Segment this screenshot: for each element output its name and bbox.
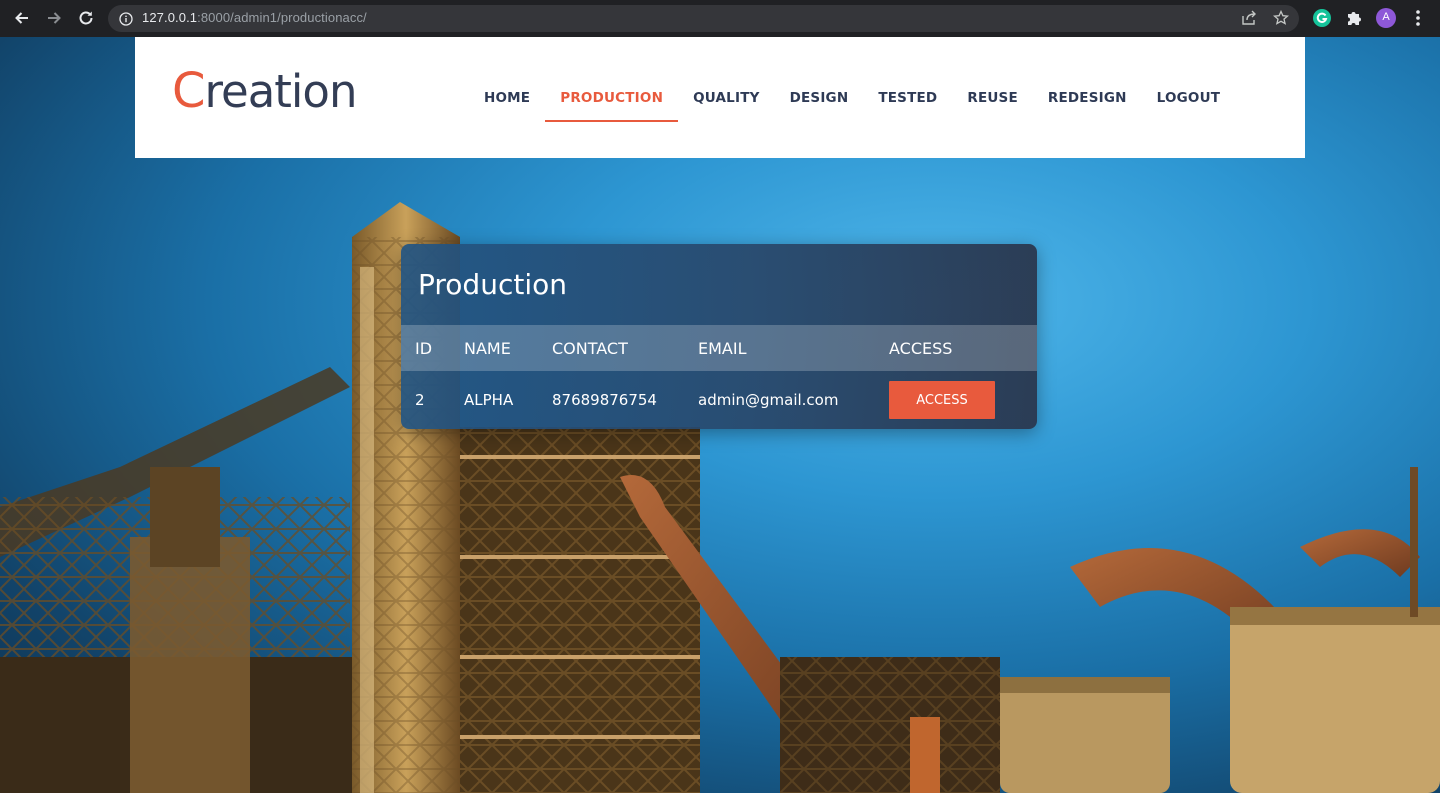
main-nav: HOME PRODUCTION QUALITY DESIGN TESTED RE… xyxy=(484,37,1250,158)
forward-arrow-icon[interactable] xyxy=(43,7,65,29)
kebab-menu-icon[interactable] xyxy=(1408,8,1428,28)
nav-home[interactable]: HOME xyxy=(484,82,530,114)
profile-icon[interactable]: A xyxy=(1376,8,1396,28)
logo-initial: C xyxy=(172,63,206,119)
address-bar[interactable]: 127.0.0.1:8000/admin1/productionacc/ xyxy=(108,5,1299,32)
profile-initial: A xyxy=(1382,11,1390,23)
site-header: Creation HOME PRODUCTION QUALITY DESIGN … xyxy=(135,37,1305,158)
url-path: :8000/admin1/productionacc/ xyxy=(197,10,367,25)
site-logo[interactable]: Creation xyxy=(172,67,357,115)
browser-toolbar: 127.0.0.1:8000/admin1/productionacc/ A xyxy=(0,0,1440,37)
column-header-contact: CONTACT xyxy=(552,339,628,358)
page-viewport: Creation HOME PRODUCTION QUALITY DESIGN … xyxy=(0,37,1440,793)
cell-email: admin@gmail.com xyxy=(698,391,839,409)
column-header-email: EMAIL xyxy=(698,339,747,358)
url-text[interactable]: 127.0.0.1:8000/admin1/productionacc/ xyxy=(142,10,367,25)
nav-tested[interactable]: TESTED xyxy=(878,82,937,114)
cell-id: 2 xyxy=(415,391,425,409)
url-host: 127.0.0.1 xyxy=(142,10,198,25)
cell-name: ALPHA xyxy=(464,391,514,409)
card-title: Production xyxy=(418,268,567,301)
column-header-access: ACCESS xyxy=(889,339,953,358)
table-header: ID NAME CONTACT EMAIL ACCESS xyxy=(401,325,1037,371)
nav-design[interactable]: DESIGN xyxy=(790,82,849,114)
column-header-name: NAME xyxy=(464,339,511,358)
star-icon[interactable] xyxy=(1272,9,1290,26)
nav-reuse[interactable]: REUSE xyxy=(967,82,1018,114)
column-header-id: ID xyxy=(415,339,433,358)
extensions-icon[interactable] xyxy=(1344,8,1364,28)
info-icon[interactable] xyxy=(119,11,133,26)
nav-logout[interactable]: LOGOUT xyxy=(1157,82,1221,114)
grammarly-icon[interactable] xyxy=(1312,8,1332,28)
cell-contact: 87689876754 xyxy=(552,391,657,409)
share-icon[interactable] xyxy=(1241,10,1257,26)
nav-production[interactable]: PRODUCTION xyxy=(545,82,678,122)
reload-icon[interactable] xyxy=(75,7,97,29)
back-arrow-icon[interactable] xyxy=(11,7,33,29)
nav-quality[interactable]: QUALITY xyxy=(693,82,759,114)
access-button[interactable]: ACCESS xyxy=(889,381,995,419)
production-card: Production ID NAME CONTACT EMAIL ACCESS … xyxy=(401,244,1037,429)
nav-redesign[interactable]: REDESIGN xyxy=(1048,82,1127,114)
logo-text: reation xyxy=(204,65,358,118)
